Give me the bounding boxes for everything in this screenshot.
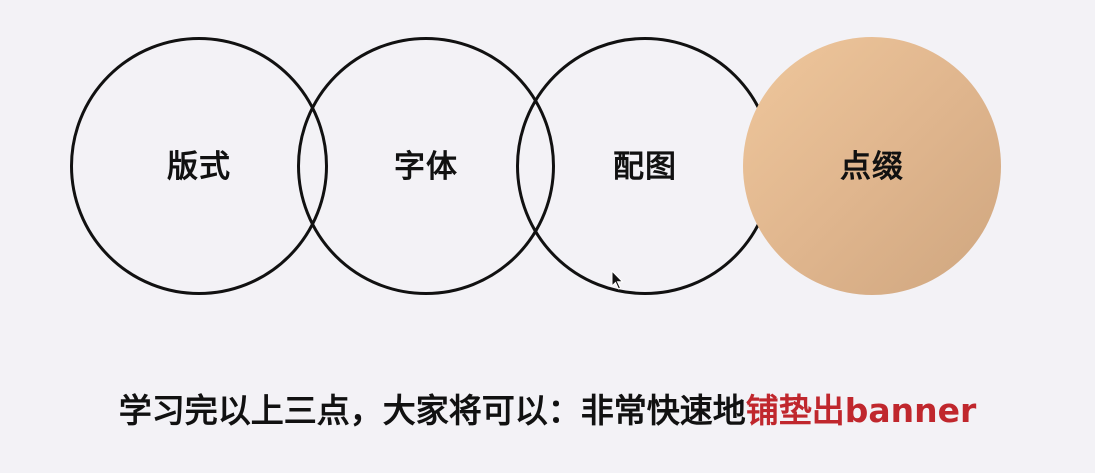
summary-caption: 学习完以上三点，大家将可以：非常快速地铺垫出banner <box>0 388 1095 434</box>
circle-label-embellishment: 点缀 <box>840 149 904 185</box>
circle-label-imagery: 配图 <box>613 149 677 185</box>
circle-label-typography: 字体 <box>394 149 458 185</box>
caption-main-text: 学习完以上三点，大家将可以：非常快速地 <box>118 391 746 430</box>
slide-canvas: 版式 字体 配图 点缀 学习完以上三点，大家将可以：非常快速地铺垫出banner <box>0 0 1095 473</box>
circle-label-layout: 版式 <box>167 149 231 185</box>
caption-highlight-text: 铺垫出banner <box>745 391 977 430</box>
mouse-cursor-icon <box>611 270 624 290</box>
